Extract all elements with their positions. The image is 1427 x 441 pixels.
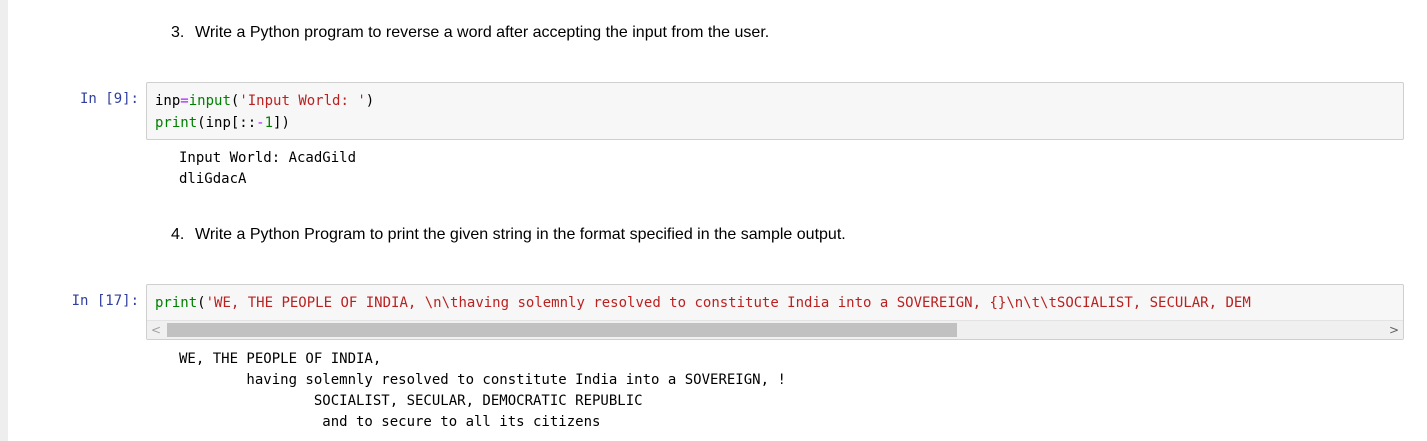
question-number: 3.	[171, 24, 185, 41]
question-number: 4.	[171, 226, 185, 243]
code-token-builtin: print	[155, 115, 198, 131]
input-prompt: In [9]:	[79, 91, 139, 107]
code-line[interactable]: print('WE, THE PEOPLE OF INDIA, \n\thavi…	[155, 295, 1251, 311]
code-token-builtin: input	[188, 93, 231, 109]
code-token-variable: inp[::	[205, 115, 257, 131]
output-line: and to secure to all its citizens	[179, 414, 601, 430]
question-text: Write a Python Program to print the give…	[195, 226, 846, 243]
code-token-number: 1	[264, 115, 274, 131]
code-token-paren: ])	[273, 115, 290, 131]
output-line: dliGdacA	[179, 171, 247, 187]
code-token-variable: inp	[155, 93, 181, 109]
markdown-cell-q3: 3. Write a Python program to reverse a wo…	[171, 23, 769, 43]
cell-output: Input World: AcadGild dliGdacA	[179, 148, 356, 190]
code-line[interactable]: inp=input('Input World: ')	[155, 93, 374, 109]
scroll-right-icon[interactable]: >	[1385, 321, 1403, 339]
code-token-paren: )	[365, 93, 375, 109]
output-line: Input World: AcadGild	[179, 150, 357, 166]
code-editor[interactable]: print('WE, THE PEOPLE OF INDIA, \n\thavi…	[147, 285, 1403, 314]
output-line: WE, THE PEOPLE OF INDIA,	[179, 351, 382, 367]
horizontal-scrollbar[interactable]: < >	[147, 320, 1403, 339]
code-token-string: 'Input World: '	[239, 93, 366, 109]
notebook-left-margin	[0, 0, 8, 441]
output-line: SOCIALIST, SECULAR, DEMOCRATIC REPUBLIC	[179, 393, 643, 409]
question-text: Write a Python program to reverse a word…	[195, 24, 770, 41]
code-token-string: 'WE, THE PEOPLE OF INDIA, \n\thaving sol…	[205, 295, 1251, 311]
code-token-paren: (	[197, 295, 206, 311]
code-token-operator: =	[180, 93, 189, 109]
scrollbar-thumb[interactable]	[167, 323, 957, 337]
cell-output: WE, THE PEOPLE OF INDIA, having solemnly…	[179, 349, 786, 433]
code-input-area[interactable]: inp=input('Input World: ') print(inp[::-…	[146, 82, 1404, 140]
code-token-paren: (	[197, 115, 206, 131]
code-token-operator: -	[256, 115, 265, 131]
markdown-cell-q4: 4. Write a Python Program to print the gi…	[171, 225, 846, 245]
code-editor[interactable]: inp=input('Input World: ') print(inp[::-…	[147, 83, 1403, 134]
scroll-left-icon[interactable]: <	[147, 321, 165, 339]
code-token-builtin: print	[155, 295, 198, 311]
code-line[interactable]: print(inp[::-1])	[155, 115, 290, 131]
output-line: having solemnly resolved to constitute I…	[179, 372, 786, 388]
input-prompt: In [17]:	[71, 293, 139, 309]
code-input-area[interactable]: print('WE, THE PEOPLE OF INDIA, \n\thavi…	[146, 284, 1404, 340]
